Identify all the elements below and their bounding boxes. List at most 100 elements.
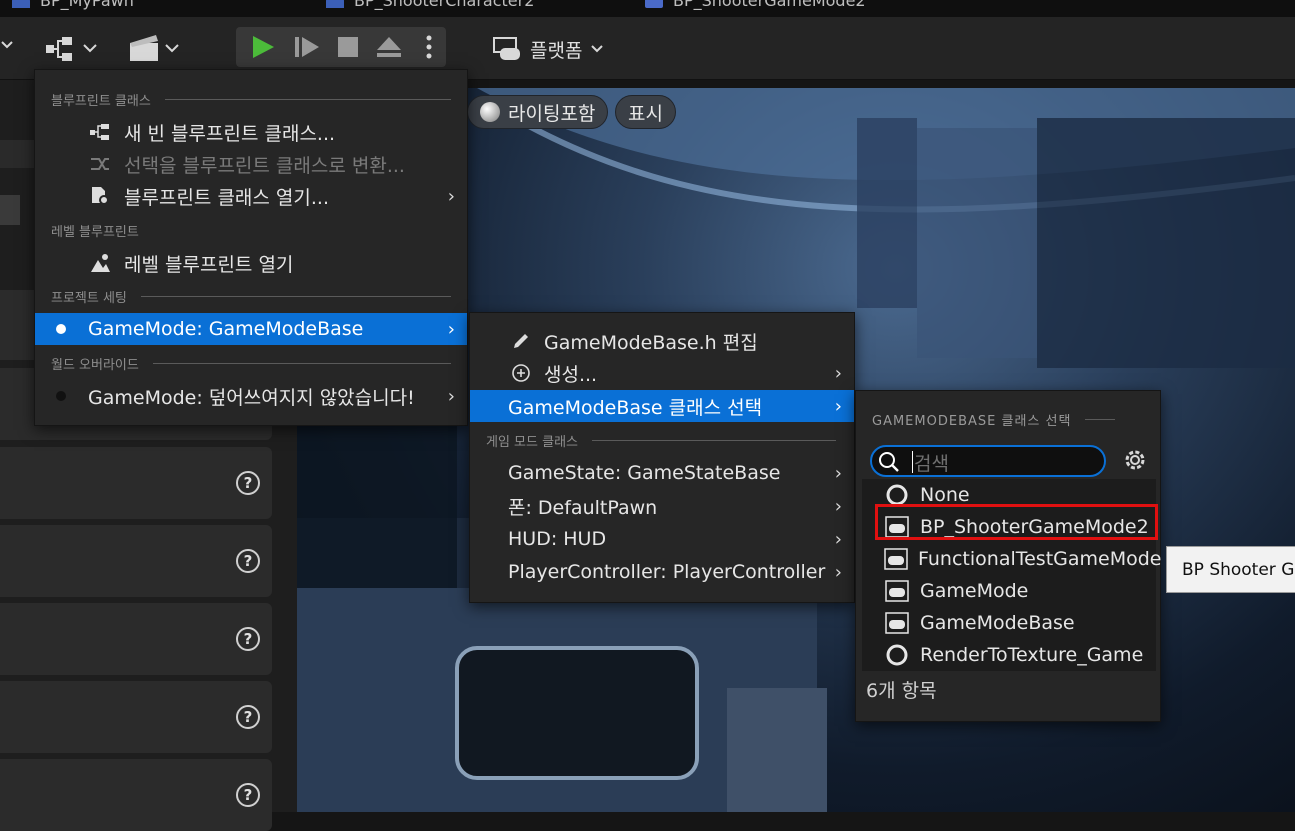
step-icon [295, 37, 319, 57]
list-item[interactable]: GameModeBase [862, 607, 1156, 639]
search-icon [879, 452, 899, 472]
section-header: 프로젝트 세팅 [51, 287, 451, 306]
list-item[interactable]: RenderToTexture_Game [862, 639, 1156, 671]
tab-label: BP_MyPawn [40, 0, 134, 10]
menu-item-gamemode[interactable]: GameMode: GameModeBase › [35, 313, 467, 345]
tooltip-text: BP Shooter Ga [1182, 559, 1295, 580]
list-item: ? [0, 759, 272, 831]
menu-item-label: GameMode: 덮어쓰여지지 않았습니다! [88, 386, 415, 409]
menu-item-select-gamemodebase-class[interactable]: GameModeBase 클래스 선택 › [470, 390, 854, 422]
help-icon[interactable]: ? [236, 705, 260, 729]
settings-gear-icon[interactable] [1122, 447, 1148, 477]
tab-label: BP_ShooterCharacter2 [354, 0, 535, 10]
menu-item-label: GameMode: GameModeBase [88, 318, 364, 340]
menu-item-label: GameModeBase.h 편집 [544, 331, 758, 354]
menu-item-label: 생성... [544, 363, 598, 386]
menu-item-label: GameModeBase 클래스 선택 [508, 396, 763, 419]
menu-item-world-override-gamemode[interactable]: GameMode: 덮어쓰여지지 않았습니다! › [35, 380, 467, 412]
gamemode-icon [884, 579, 910, 603]
menu-item-playercontroller[interactable]: PlayerController: PlayerController › [470, 556, 854, 588]
stop-button[interactable] [332, 27, 364, 67]
menu-item-pawn[interactable]: 폰: DefaultPawn › [470, 490, 854, 522]
menu-item-open-blueprint-class[interactable]: 블루프린트 클래스 열기... › [35, 180, 467, 212]
submenu-arrow-icon: › [447, 385, 455, 407]
list-item: ? [0, 603, 272, 675]
convert-icon [89, 153, 111, 175]
play-controls [236, 27, 446, 67]
cinematics-icon[interactable] [128, 33, 184, 67]
lighting-mode-button[interactable]: 라이팅포함 [467, 95, 609, 129]
menu-item-hud[interactable]: HUD: HUD › [470, 523, 854, 555]
lighting-mode-label: 라이팅포함 [508, 102, 596, 125]
eject-button[interactable] [372, 27, 406, 67]
gamemode-icon [884, 547, 908, 571]
item-count: 6개 항목 [866, 680, 937, 702]
section-header-label: 프로젝트 세팅 [51, 291, 127, 306]
stop-icon [338, 37, 358, 57]
menu-item-convert-selection: 선택을 블루프린트 클래스로 변환... [35, 148, 467, 180]
add-circle-icon [510, 362, 532, 384]
pawn-icon [12, 0, 30, 8]
list-item: ? [0, 525, 272, 597]
search-placeholder: 검색 [914, 453, 949, 475]
tab-bp-shootergamemode2[interactable]: BP_ShooterGameMode2 [645, 0, 866, 10]
blueprint-menu: 블루프린트 클래스 새 빈 블루프린트 클래스... 선택을 블루프린트 클래스… [34, 69, 468, 426]
menu-item-new-blueprint-class[interactable]: 새 빈 블루프린트 클래스... [35, 116, 467, 148]
section-header: 월드 오버라이드 [51, 354, 451, 373]
menu-item-label: 폰: DefaultPawn [508, 496, 658, 519]
menu-item-label: 선택을 블루프린트 클래스로 변환... [124, 154, 405, 177]
play-button[interactable] [246, 27, 280, 67]
class-picker-header: GAMEMODEBASE 클래스 선택 [872, 410, 1116, 429]
eject-icon [377, 37, 401, 57]
star-icon[interactable] [0, 195, 20, 225]
chevron-down-icon[interactable] [0, 37, 14, 56]
list-item: ? [0, 681, 272, 753]
menu-item-label: PlayerController: PlayerController [508, 561, 826, 583]
platforms-button[interactable]: 플랫폼 [492, 32, 604, 66]
menu-item-create[interactable]: 생성... › [470, 357, 854, 389]
tab-bp-shootercharacter2[interactable]: BP_ShooterCharacter2 [326, 0, 534, 10]
help-icon[interactable]: ? [236, 783, 260, 807]
menu-item-label: HUD: HUD [508, 528, 607, 550]
class-picker: GAMEMODEBASE 클래스 선택 검색 None BP_ShooterGa… [855, 390, 1161, 722]
submenu-arrow-icon: › [447, 318, 455, 340]
list-item[interactable]: GameMode [862, 575, 1156, 607]
step-button[interactable] [290, 27, 324, 67]
more-options-button[interactable] [416, 27, 442, 67]
help-icon[interactable]: ? [236, 627, 260, 651]
section-header: 레벨 블루프린트 [51, 221, 451, 240]
text-cursor [912, 451, 913, 473]
section-header-label: 블루프린트 클래스 [51, 94, 151, 109]
menu-item-label: GameState: GameStateBase [508, 462, 781, 484]
search-input[interactable]: 검색 [870, 445, 1106, 477]
more-icon [426, 35, 432, 59]
submenu-arrow-icon: › [834, 528, 842, 550]
menu-item-gamestate[interactable]: GameState: GameStateBase › [470, 457, 854, 489]
menu-item-edit-gamemodebase-h[interactable]: GameModeBase.h 편집 [470, 325, 854, 357]
gamemode-icon [884, 611, 910, 635]
menu-item-label: 블루프린트 클래스 열기... [124, 186, 329, 209]
tab-bp-mypawn[interactable]: BP_MyPawn [12, 0, 134, 10]
level-blueprint-icon [89, 252, 111, 274]
help-icon[interactable]: ? [236, 549, 260, 573]
show-button[interactable]: 표시 [615, 95, 676, 129]
gamemode-submenu: GameModeBase.h 편집 생성... › GameModeBase 클… [469, 312, 855, 603]
platform-icon [493, 37, 520, 60]
submenu-arrow-icon: › [447, 185, 455, 207]
open-blueprint-icon [89, 185, 111, 207]
lighting-icon [480, 102, 500, 122]
show-label: 표시 [628, 102, 663, 125]
submenu-arrow-icon: › [834, 561, 842, 583]
list-item[interactable]: FunctionalTestGameMode [862, 543, 1161, 575]
submenu-arrow-icon: › [834, 362, 842, 384]
menu-item-open-level-blueprint[interactable]: 레벨 블루프린트 열기 [35, 247, 467, 279]
section-header-label: 게임 모드 클래스 [486, 435, 578, 450]
blueprint-icon[interactable] [44, 35, 100, 67]
section-header: 게임 모드 클래스 [486, 431, 836, 450]
platforms-label: 플랫폼 [530, 39, 583, 62]
character-icon [326, 0, 344, 8]
menu-item-label: 새 빈 블루프린트 클래스... [124, 122, 336, 145]
play-icon [253, 36, 274, 58]
help-icon[interactable]: ? [236, 471, 260, 495]
dot-icon [50, 318, 72, 340]
